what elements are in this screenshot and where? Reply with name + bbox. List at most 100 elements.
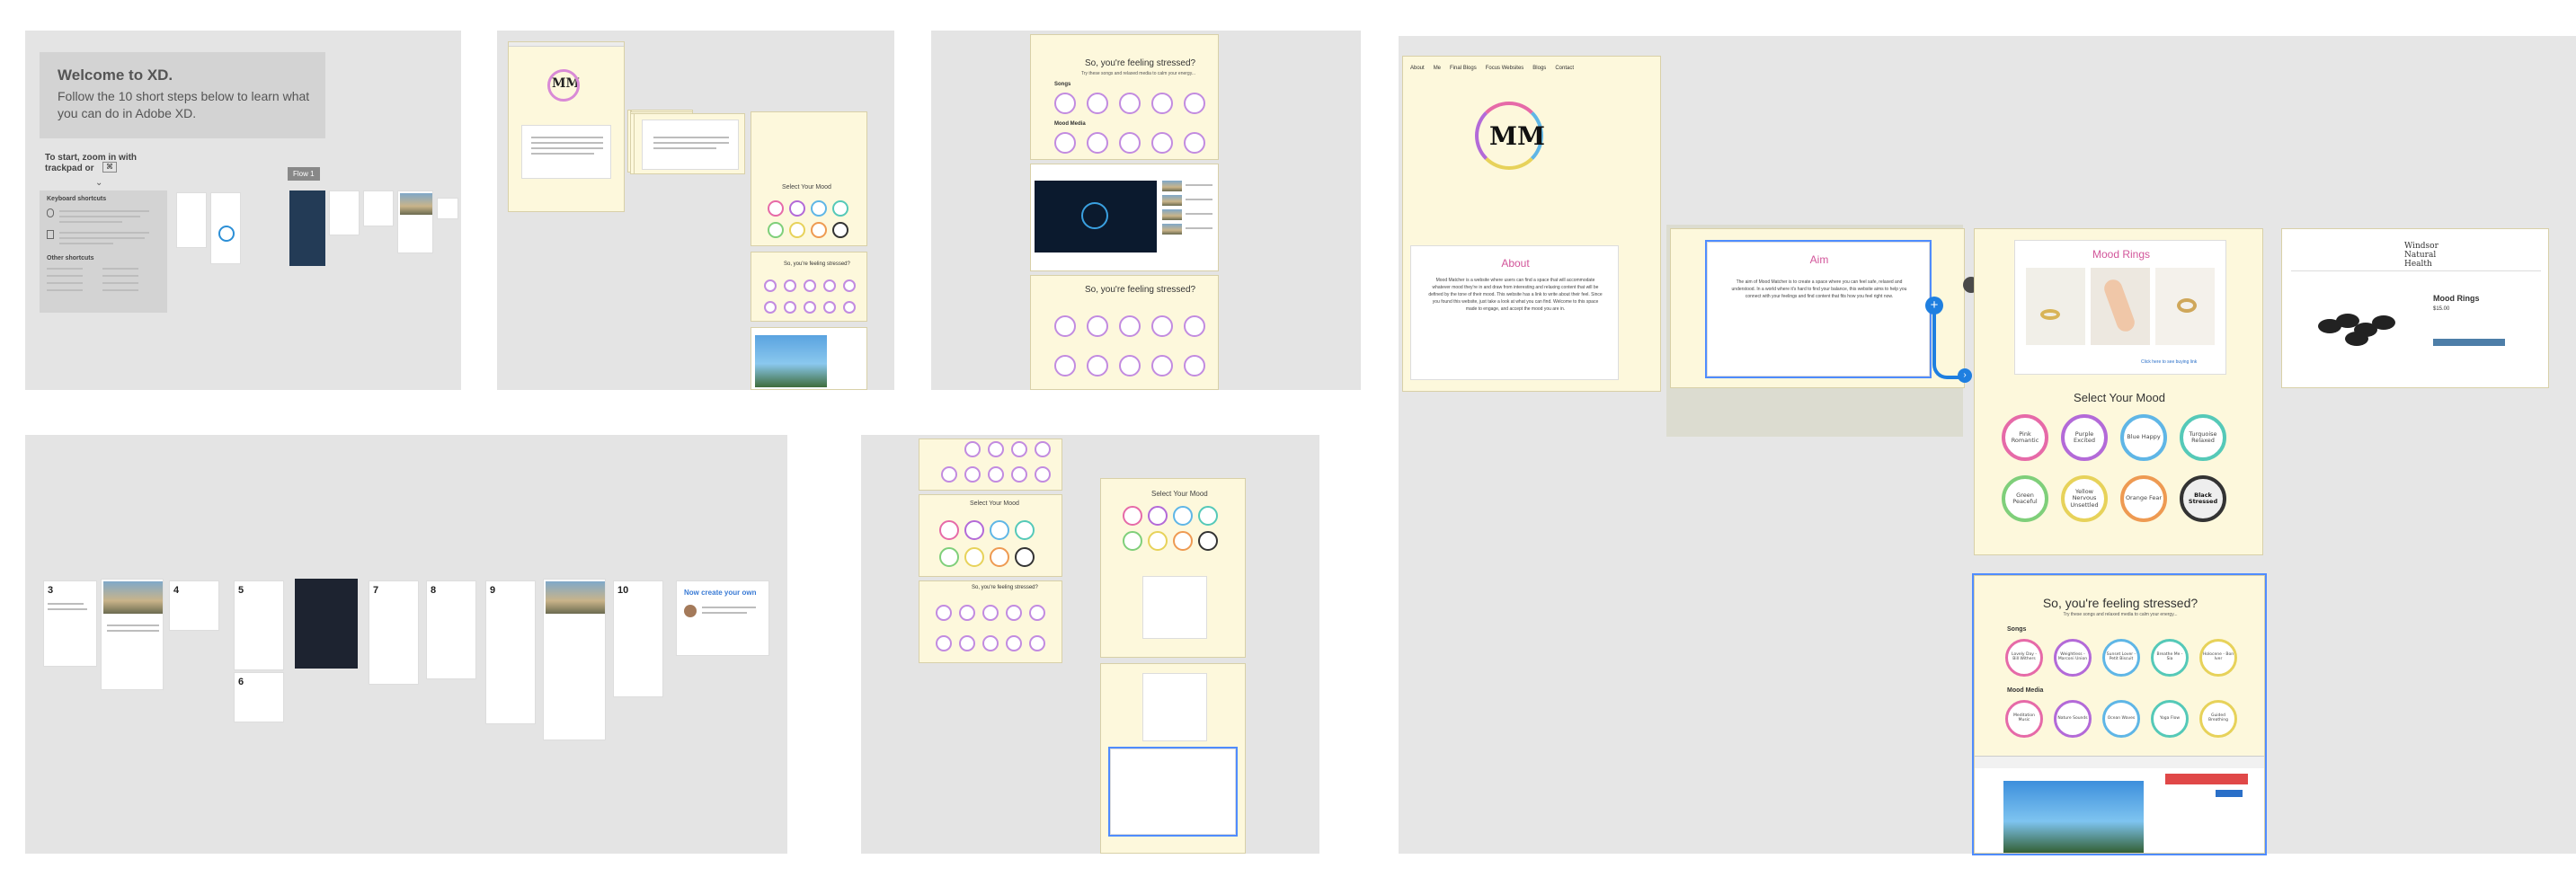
stressed-heading-mini: So, you're feeling stressed? — [784, 261, 850, 267]
nav-contact[interactable]: Contact — [1555, 66, 1574, 71]
tutorial-panel[interactable]: 3 4 5 6 7 8 9 10 Now create your own — [25, 435, 787, 854]
stressed-heading: So, you're feeling stressed? — [1085, 58, 1196, 68]
mood-ring-button[interactable]: Pink Romantic — [2002, 414, 2048, 461]
mood-ring-label: Pink Romantic — [2011, 430, 2039, 444]
preview-artboard-dark[interactable] — [289, 190, 325, 266]
step-card-6[interactable]: 6 — [234, 672, 284, 722]
song-ring[interactable]: Holocene - Bon Iver — [2199, 639, 2237, 677]
stressed-artboard-mini-3[interactable]: So, you're feeling stressed? — [919, 580, 1062, 663]
flow-label[interactable]: Flow 1 — [288, 167, 320, 181]
media-ring-label: Nature Sounds — [2057, 715, 2088, 721]
stressed-heading-2: So, you're feeling stressed? — [1085, 285, 1196, 295]
step-card-photo-2[interactable] — [543, 579, 606, 740]
video-player[interactable] — [1035, 181, 1157, 252]
step-card-photo[interactable] — [101, 579, 164, 690]
mood-ring-button[interactable]: Blue Happy — [2120, 414, 2167, 461]
quote-artboard-mini[interactable] — [1100, 663, 1246, 854]
youtube-artboard[interactable] — [1030, 164, 1219, 271]
media-ring[interactable]: Ocean Waves — [2102, 700, 2140, 738]
logo: MM — [1489, 121, 1545, 151]
mood-rings-link[interactable]: Click here to see buying link — [2141, 359, 2197, 365]
select-mood-artboard-mini-3[interactable]: Select Your Mood — [1100, 478, 1246, 658]
mood-ring-button[interactable]: Black Stressed — [2180, 475, 2226, 522]
step-card-8[interactable]: 8 — [426, 580, 476, 679]
mood-ring-label: Turquoise Relaxed — [2189, 430, 2217, 444]
step-card-4[interactable]: 4 — [169, 580, 219, 631]
aim-artboard-main[interactable] — [634, 113, 745, 174]
mood-rings-card: Mood Rings Click here to see buying link — [2014, 240, 2226, 375]
preview-artboard[interactable] — [363, 190, 394, 226]
artboards-panel-2[interactable]: MM Select Your Mood So, you're feeling s… — [497, 31, 894, 390]
song-ring[interactable]: Sunset Lover - Petit Biscuit — [2102, 639, 2140, 677]
step-card-5[interactable]: 5 — [234, 580, 284, 670]
nav-final-blogs[interactable]: Final Blogs — [1450, 66, 1477, 71]
shortcuts-card: Keyboard shortcuts Other shortcuts — [40, 190, 167, 313]
artboards-panel-3[interactable]: So, you're feeling stressed? Try these s… — [931, 31, 1361, 390]
stressed-artboard[interactable]: So, you're feeling stressed? Try these s… — [1030, 34, 1219, 160]
aim-artboard[interactable]: Aim The aim of Mood Matcher is to create… — [1670, 228, 1965, 388]
welcome-panel[interactable]: Welcome to XD. Follow the 10 short steps… — [25, 31, 461, 390]
step-card-10[interactable]: 10 — [613, 580, 663, 697]
moods-strip-mini[interactable] — [919, 438, 1062, 491]
aim-heading: Aim — [1809, 253, 1829, 266]
stressed-artboard-mini[interactable]: So, you're feeling stressed? — [751, 252, 867, 322]
form-card-mini[interactable] — [1108, 747, 1238, 837]
preview-artboard[interactable] — [176, 192, 207, 248]
mood-ring-button[interactable]: Turquoise Relaxed — [2180, 414, 2226, 461]
welcome-card: Welcome to XD. Follow the 10 short steps… — [40, 52, 325, 138]
shop-artboard[interactable]: Windsor Natural Health Mood Rings $15.00 — [2281, 228, 2549, 388]
welcome-subtitle: Follow the 10 short steps below to learn… — [58, 89, 310, 120]
media-ring[interactable]: Guided Breathing — [2199, 700, 2237, 738]
song-ring[interactable]: Weightless - Marconi Union — [2054, 639, 2092, 677]
create-own-card[interactable]: Now create your own — [676, 580, 769, 656]
home-artboard-mini[interactable]: MM — [508, 41, 625, 212]
nav-blogs[interactable]: Blogs — [1532, 66, 1546, 71]
media-label: Mood Media — [1054, 121, 1086, 127]
song-ring[interactable]: Breathe Me - Sia — [2151, 639, 2189, 677]
preview-artboard[interactable] — [210, 192, 241, 264]
mood-ring-button[interactable]: Yellow Nervous Unsettled — [2061, 475, 2108, 522]
shop-brand: Windsor Natural Health — [2404, 242, 2438, 269]
web-browser-mini[interactable] — [751, 327, 867, 390]
add-to-cart-button[interactable] — [2433, 339, 2505, 346]
media-ring[interactable]: Meditation Music — [2005, 700, 2043, 738]
preview-artboard[interactable] — [397, 190, 433, 253]
main-canvas-panel[interactable]: About Me Final Blogs Focus Websites Blog… — [1399, 36, 2576, 855]
stressed-artboard-main[interactable]: So, you're feeling stressed? Try these s… — [1972, 573, 2267, 855]
embedded-site — [1975, 768, 2264, 853]
home-artboard[interactable]: About Me Final Blogs Focus Websites Blog… — [1402, 56, 1661, 392]
quote-card-mini — [1142, 576, 1207, 639]
media-ring[interactable]: Yoga Flow — [2151, 700, 2189, 738]
step-card-9[interactable]: 9 — [485, 580, 536, 724]
mood-select-artboard-mini[interactable]: Select Your Mood — [751, 111, 867, 246]
select-mood-artboard-mini-2[interactable]: Select Your Mood — [919, 494, 1062, 577]
nav-me[interactable]: Me — [1434, 66, 1441, 71]
nav-about[interactable]: About — [1410, 66, 1425, 71]
song-ring-label: Breathe Me - Sia — [2156, 652, 2183, 661]
nav-focus-websites[interactable]: Focus Websites — [1486, 66, 1524, 71]
about-card-mini — [521, 125, 611, 179]
stressed-artboard-2[interactable]: So, you're feeling stressed? — [1030, 275, 1219, 390]
zoom-key-icon: ⌘ — [102, 162, 117, 173]
play-icon[interactable] — [1081, 202, 1108, 229]
mood-select-artboard[interactable]: Mood Rings Click here to see buying link… — [1974, 228, 2263, 555]
preview-artboard[interactable] — [329, 190, 360, 235]
mood-ring-button[interactable]: Orange Fear — [2120, 475, 2167, 522]
promo-cta[interactable] — [2216, 790, 2243, 797]
preview-artboard[interactable] — [437, 198, 458, 219]
beach-photo — [2003, 781, 2144, 853]
song-ring[interactable]: Lovely Day - Bill Withers — [2005, 639, 2043, 677]
chevron-down-icon: ⌄ — [95, 178, 103, 188]
step-card-3[interactable]: 3 — [43, 580, 97, 667]
artboards-panel-5[interactable]: Select Your Mood So, you're feeling stre… — [861, 435, 1319, 854]
step-card-dark[interactable] — [295, 579, 358, 669]
hand-photo — [2091, 268, 2150, 345]
media-ring-label: Ocean Waves — [2107, 715, 2136, 721]
mood-ring-button[interactable]: Green Peaceful — [2002, 475, 2048, 522]
flow-arrow-icon[interactable]: › — [1958, 368, 1972, 383]
step-card-7[interactable]: 7 — [369, 580, 419, 685]
welcome-title: Welcome to XD. — [58, 66, 173, 84]
mood-ring-button[interactable]: Purple Excited — [2061, 414, 2108, 461]
media-ring[interactable]: Nature Sounds — [2054, 700, 2092, 738]
add-flow-icon[interactable]: + — [1925, 297, 1943, 314]
